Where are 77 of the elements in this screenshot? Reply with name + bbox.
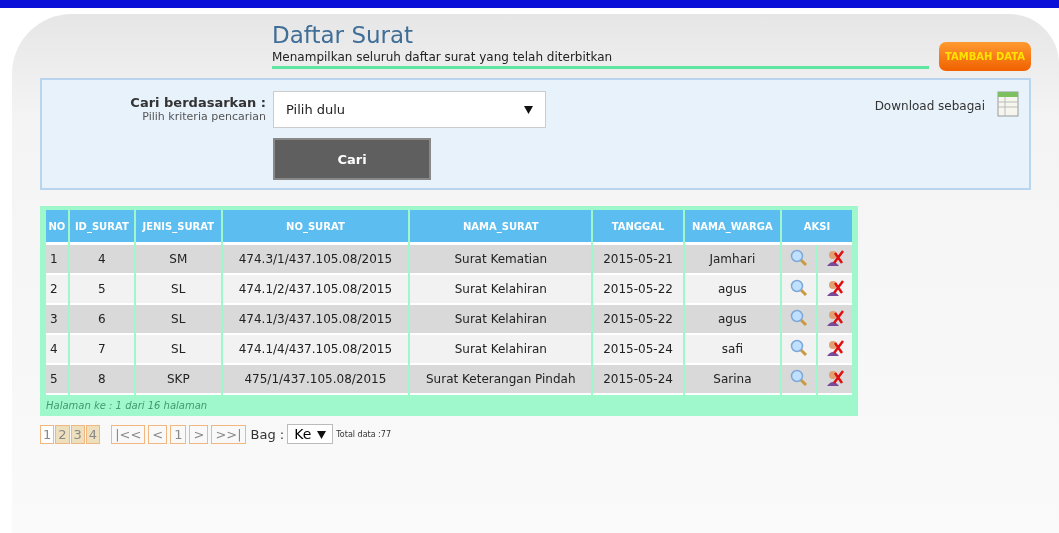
table-cell: 4	[46, 335, 68, 365]
table-cell: 4	[69, 245, 134, 275]
pager-link[interactable]: >>|	[211, 424, 246, 444]
table-cell: Surat Kelahiran	[410, 335, 592, 365]
add-data-button[interactable]: TAMBAH DATA	[939, 42, 1031, 71]
pager-link[interactable]: <	[148, 424, 168, 444]
table-cell: 5	[46, 365, 68, 395]
person-delete-icon[interactable]	[826, 338, 844, 357]
spreadsheet-icon[interactable]	[997, 91, 1019, 117]
table-cell: SL	[135, 305, 221, 335]
pager-link[interactable]: >	[189, 424, 209, 444]
column-header: NO	[46, 210, 68, 245]
table-cell: 8	[69, 365, 134, 395]
table-cell: 2015-05-22	[593, 305, 683, 335]
magnifier-icon[interactable]	[790, 368, 808, 387]
magnifier-icon[interactable]	[790, 308, 808, 327]
column-header: ID_SURAT	[69, 210, 134, 245]
table-cell: 2015-05-22	[593, 275, 683, 305]
table-cell: 7	[69, 335, 134, 365]
download-label: Download sebagai	[874, 99, 985, 113]
table-cell: safi	[684, 335, 780, 365]
table-cell: Sarina	[684, 365, 780, 395]
pager-link[interactable]: 1	[170, 424, 187, 444]
table-cell: SM	[135, 245, 221, 275]
table-cell: agus	[684, 275, 780, 305]
table-cell: 2015-05-24	[593, 335, 683, 365]
table-cell: 474.1/3/437.105.08/2015	[222, 305, 409, 335]
table-cell: Surat Keterangan Pindah	[410, 365, 592, 395]
table-cell: Surat Kelahiran	[410, 305, 592, 335]
jump-label: Bag :	[250, 426, 285, 442]
table-cell: 2015-05-24	[593, 365, 683, 395]
table-cell: 474.1/4/437.105.08/2015	[222, 335, 409, 365]
jump-select[interactable]: Ke	[287, 424, 334, 444]
page-info: Halaman ke : 1 dari 16 halaman	[45, 399, 209, 413]
table-cell: 474.1/2/437.105.08/2015	[222, 275, 409, 305]
table-cell: 474.3/1/437.105.08/2015	[222, 245, 409, 275]
magnifier-icon[interactable]	[790, 278, 808, 297]
table-cell: 2015-05-21	[593, 245, 683, 275]
table-cell: agus	[684, 305, 780, 335]
table-cell: SL	[135, 275, 221, 305]
criteria-select[interactable]: Pilih dulu	[273, 91, 546, 128]
column-header: NO_SURAT	[222, 210, 409, 245]
table-cell: 2	[46, 275, 68, 305]
person-delete-icon[interactable]	[826, 248, 844, 267]
column-header: JENIS_SURAT	[135, 210, 221, 245]
table-cell: Surat Kelahiran	[410, 275, 592, 305]
table-cell: 6	[69, 305, 134, 335]
search-label: Cari berdasarkan :	[130, 95, 266, 110]
column-header: NAMA_WARGA	[684, 210, 780, 245]
table-cell: Jamhari	[684, 245, 780, 275]
total-count: Total data :77	[336, 429, 391, 439]
page-title: Daftar Surat	[272, 22, 415, 48]
page-link[interactable]: 3	[70, 424, 85, 444]
search-button[interactable]: Cari	[273, 138, 431, 180]
page-subtitle: Menampilkan seluruh daftar surat yang telah diterbitkan	[272, 50, 614, 64]
page-link[interactable]: 2	[55, 424, 70, 444]
caret-icon	[524, 105, 533, 114]
table-cell: SL	[135, 335, 221, 365]
table-cell: 475/1/437.105.08/2015	[222, 365, 409, 395]
caret-icon	[317, 431, 327, 439]
column-header: TANGGAL	[593, 210, 683, 245]
search-hint: Pilih kriteria pencarian	[142, 110, 266, 123]
table-cell: 1	[46, 245, 68, 275]
magnifier-icon[interactable]	[790, 338, 808, 357]
column-header: AKSI	[782, 210, 852, 245]
magnifier-icon[interactable]	[790, 248, 808, 267]
pager-link[interactable]: |<<	[111, 424, 146, 444]
person-delete-icon[interactable]	[826, 368, 844, 387]
person-delete-icon[interactable]	[826, 278, 844, 297]
page-link[interactable]: 4	[85, 424, 101, 444]
table-cell: Surat Kematian	[410, 245, 592, 275]
person-delete-icon[interactable]	[826, 308, 844, 327]
column-header: NAMA_SURAT	[410, 210, 592, 245]
table-cell: SKP	[135, 365, 221, 395]
table-cell: 5	[69, 275, 134, 305]
table-cell: 3	[46, 305, 68, 335]
page-link[interactable]: 1	[40, 424, 55, 444]
